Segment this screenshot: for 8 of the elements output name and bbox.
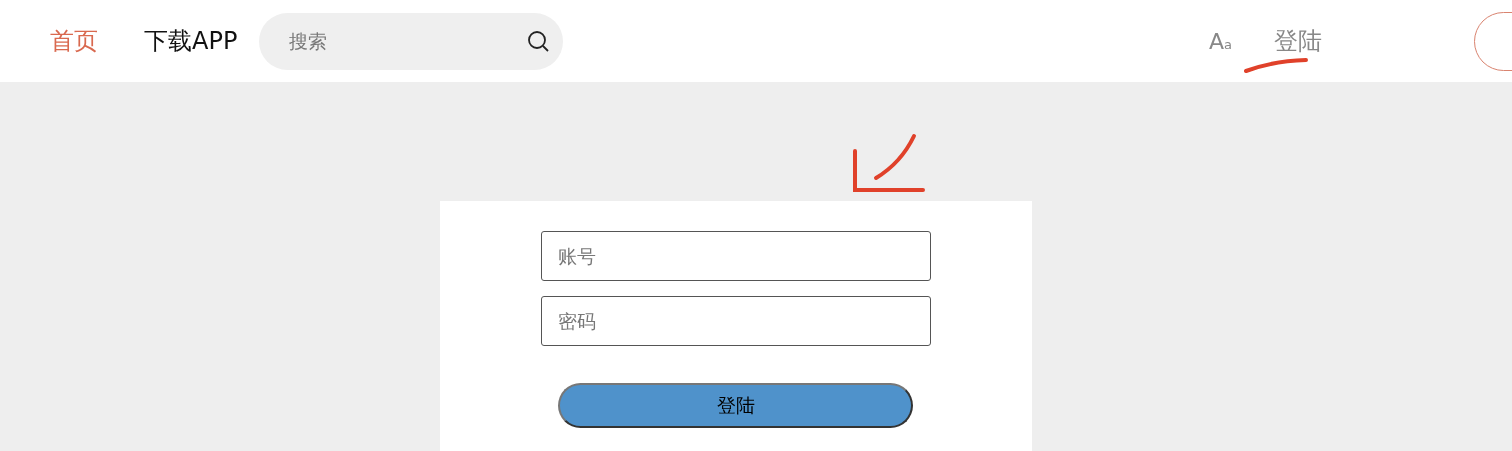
nav-link[interactable]: 首页 [50, 25, 98, 57]
input-field[interactable]: 账号 [541, 231, 931, 281]
login-link[interactable]: 登陆 [1274, 25, 1322, 57]
annotation-underline [1243, 56, 1309, 74]
nav-link[interactable]: 下载APP [144, 25, 238, 57]
search-field[interactable]: 搜索 [259, 12, 564, 70]
login-button[interactable]: 登陆 [558, 383, 913, 428]
input-field[interactable]: 密码 [541, 296, 931, 346]
